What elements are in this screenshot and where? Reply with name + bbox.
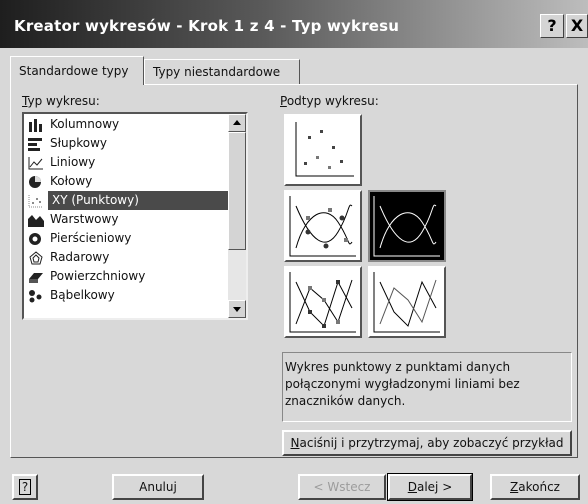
scroll-down-button[interactable]	[228, 300, 246, 318]
list-item-pie[interactable]: Kołowy	[26, 172, 228, 191]
subtype-description: Wykres punktowy z punktami danych połącz…	[282, 352, 572, 422]
chart-subtype-label: Podtyp wykresu:	[280, 94, 379, 108]
arrow-down-icon	[233, 307, 241, 312]
window-title: Kreator wykresów - Krok 1 z 4 - Typ wykr…	[14, 17, 400, 35]
list-item-doughnut[interactable]: Pierścieniowy	[26, 229, 228, 248]
close-button[interactable]: X	[566, 14, 588, 38]
scroll-thumb[interactable]	[228, 132, 246, 250]
column-chart-icon	[29, 119, 42, 132]
finish-button[interactable]: Zakończ	[490, 474, 580, 500]
list-item-xy-scatter[interactable]: XY (Punktowy)	[26, 191, 232, 210]
list-item-line[interactable]: Liniowy	[26, 153, 228, 172]
title-bar: Kreator wykresów - Krok 1 z 4 - Typ wykr…	[0, 0, 588, 48]
list-item-bubble[interactable]: Bąbelkowy	[26, 286, 228, 305]
tab-standard-types[interactable]: Standardowe typy	[10, 56, 144, 85]
list-scrollbar[interactable]	[228, 114, 246, 318]
scatter-chart-icon	[28, 195, 43, 208]
help-icon: ?	[18, 479, 32, 495]
subtype-smoothed-lines-markers[interactable]	[284, 190, 362, 262]
list-item-area[interactable]: Warstwowy	[26, 210, 228, 229]
back-button[interactable]: < Wstecz	[298, 474, 386, 500]
list-item-surface[interactable]: Powierzchniowy	[26, 267, 228, 286]
line-chart-icon	[28, 157, 43, 170]
straight-lines-icon	[373, 272, 440, 333]
subtype-straight-lines[interactable]	[368, 266, 446, 338]
list-item-column[interactable]: Kolumnowy	[26, 115, 228, 134]
tab-custom-types[interactable]: Typy niestandardowe	[144, 59, 300, 85]
arrow-up-icon	[233, 120, 241, 125]
list-item-radar[interactable]: Radarowy	[26, 248, 228, 267]
subtype-straight-lines-markers[interactable]	[284, 266, 362, 338]
scroll-up-button[interactable]	[228, 114, 246, 132]
straight-lines-markers-icon	[289, 272, 356, 333]
list-item-bar[interactable]: Słupkowy	[26, 134, 228, 153]
surface-chart-icon	[29, 273, 43, 283]
doughnut-chart-icon	[29, 233, 41, 245]
scatter-markers-icon	[295, 122, 354, 177]
help-button[interactable]: ?	[12, 474, 38, 500]
chart-type-label: Typ wykresu:	[22, 94, 100, 108]
preview-button[interactable]: Naciśnij i przytrzymaj, aby zobaczyć prz…	[282, 430, 572, 456]
cancel-button[interactable]: Anuluj	[112, 474, 204, 500]
bar-chart-icon	[28, 138, 42, 151]
smoothed-lines-markers-icon	[289, 196, 356, 257]
radar-chart-icon	[29, 251, 43, 265]
title-help-button[interactable]: ?	[540, 14, 564, 38]
pie-chart-icon	[29, 176, 41, 188]
next-button[interactable]: Dalej >	[387, 473, 473, 501]
subtype-scatter-markers[interactable]	[284, 114, 362, 186]
subtype-smoothed-lines[interactable]	[368, 190, 446, 262]
chart-type-list[interactable]: Kolumnowy Słupkowy Liniowy Kołowy XY (Pu…	[22, 112, 248, 320]
chart-wizard-dialog: Kreator wykresów - Krok 1 z 4 - Typ wykr…	[0, 0, 588, 504]
smoothed-lines-icon	[373, 196, 440, 257]
area-chart-icon	[28, 215, 44, 227]
bubble-chart-icon	[29, 290, 42, 303]
